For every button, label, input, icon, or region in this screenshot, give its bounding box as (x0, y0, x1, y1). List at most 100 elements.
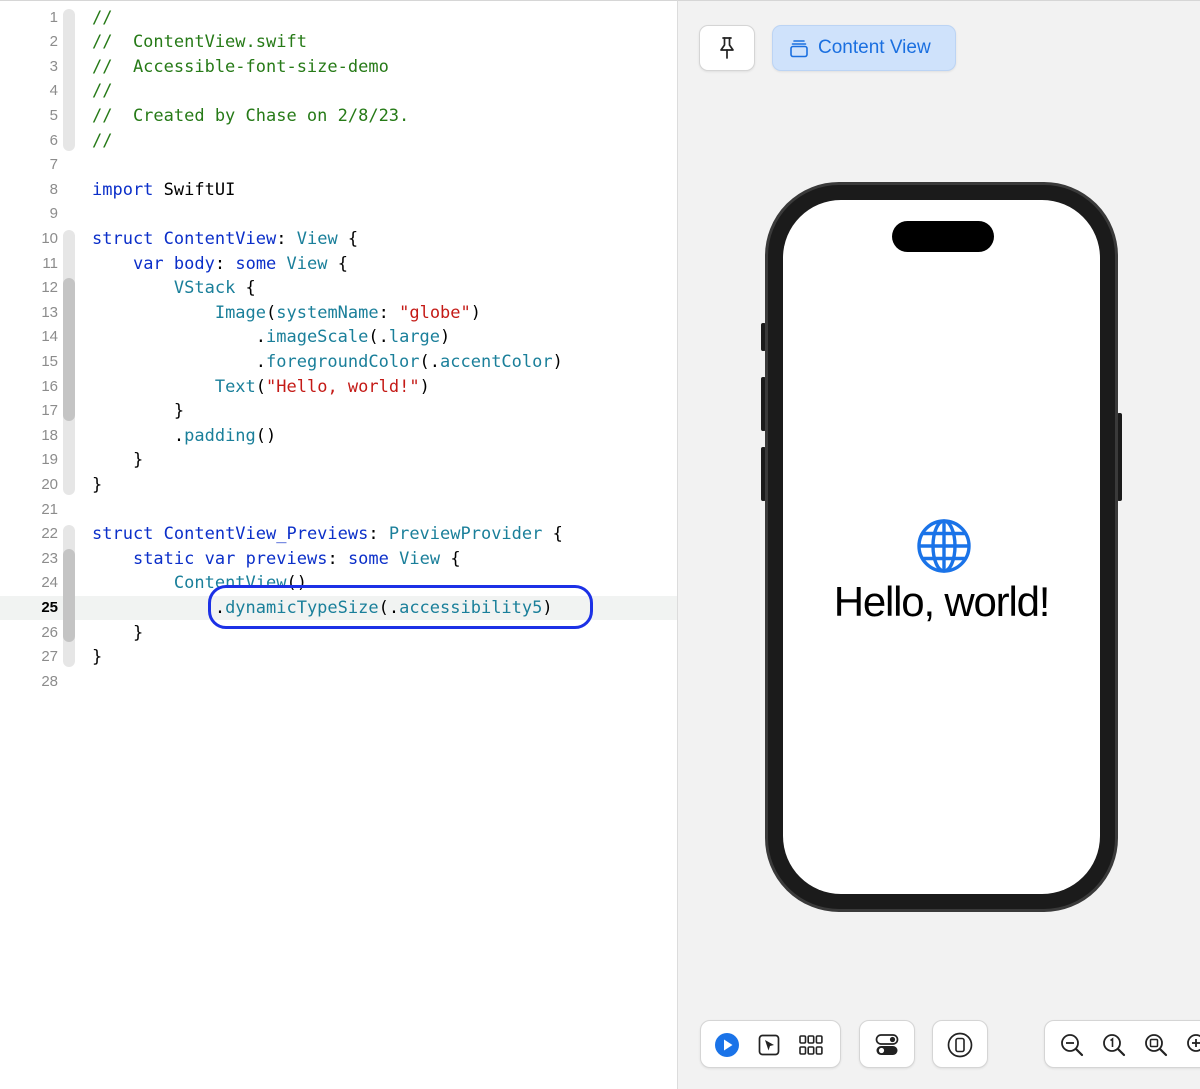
fold-ribbon-active[interactable] (63, 278, 75, 421)
code-token: systemName (276, 302, 379, 323)
code-token: } (92, 647, 103, 668)
code-text: } (92, 473, 102, 498)
content-view-button[interactable]: Content View (772, 25, 956, 71)
code-token: some (347, 548, 389, 569)
code-line[interactable]: 23 static var previews: some View { (0, 547, 677, 572)
line-number: 1 (49, 8, 58, 26)
code-token: PreviewProvider (388, 524, 543, 545)
line-number: 7 (49, 156, 58, 174)
code-line[interactable]: 10 struct ContentView: View { (0, 227, 677, 252)
code-line[interactable]: 12 VStack { (0, 276, 677, 301)
code-line[interactable]: 7 (0, 153, 677, 178)
code-text: struct ContentView_Previews: PreviewProv… (92, 522, 563, 547)
line-number: 21 (41, 500, 58, 518)
code-line[interactable]: 27} (0, 645, 677, 670)
code-line[interactable]: 17 } (0, 399, 677, 424)
zoom-in-icon[interactable] (1185, 1032, 1200, 1058)
code-line[interactable]: 8 import SwiftUI (0, 178, 677, 203)
code-line[interactable]: 11 var body: some View { (0, 252, 677, 277)
code-line[interactable]: 9 (0, 202, 677, 227)
code-token: (. (368, 327, 389, 348)
mode-toolbar (700, 1020, 841, 1068)
device-icon[interactable] (947, 1032, 973, 1058)
code-text: } (92, 621, 143, 646)
code-text: } (92, 645, 102, 670)
line-number: 13 (41, 303, 58, 321)
code-token: } (92, 474, 103, 495)
line-number: 9 (49, 205, 58, 223)
code-token: accentColor (440, 351, 553, 372)
code-line[interactable]: 1 // (0, 6, 677, 31)
code-token: struct (92, 524, 154, 545)
device-frame: Hello, world! (765, 182, 1118, 912)
code-token: // Created by Chase on 2/8/23. (92, 105, 410, 126)
code-token: ( (255, 376, 267, 397)
code-token: ) (470, 302, 482, 323)
code-line[interactable]: 2 // ContentView.swift (0, 30, 677, 55)
code-text: } (92, 448, 143, 473)
code-token: large (388, 327, 441, 348)
code-line[interactable]: 3 // Accessible-font-size-demo (0, 55, 677, 80)
code-line[interactable]: 18 .padding() (0, 424, 677, 449)
code-token: : (378, 302, 400, 323)
zoom-actual-size-icon[interactable] (1101, 1032, 1127, 1058)
code-line[interactable]: 19 } (0, 448, 677, 473)
code-text: struct ContentView: View { (92, 227, 358, 252)
device-screen[interactable]: Hello, world! (783, 200, 1100, 894)
code-line[interactable]: 16 Text("Hello, world!") (0, 375, 677, 400)
code-token: ContentView_Previews (153, 524, 369, 545)
line-number: 3 (49, 57, 58, 75)
code-line[interactable]: 14 .imageScale(.large) (0, 325, 677, 350)
line-number: 27 (41, 648, 58, 666)
fold-ribbon-active[interactable] (63, 549, 75, 642)
code-token: // Accessible-font-size-demo (92, 56, 389, 77)
code-line[interactable]: 20} (0, 473, 677, 498)
live-play-icon[interactable] (714, 1032, 740, 1058)
code-token: ) (419, 376, 430, 397)
code-token: . (92, 351, 266, 372)
hello-world-text: Hello, world! (833, 578, 1051, 625)
code-token: ContentView (153, 228, 277, 249)
code-token: { (440, 548, 461, 569)
code-line[interactable]: 22 struct ContentView_Previews: PreviewPr… (0, 522, 677, 547)
select-cursor-icon[interactable] (756, 1032, 782, 1058)
line-number: 24 (41, 574, 58, 592)
code-text: // ContentView.swift (92, 30, 307, 55)
code-editor[interactable]: 1 // 2 // ContentView.swift 3 // Accessible-f… (0, 0, 677, 1089)
line-number: 23 (41, 549, 58, 567)
zoom-out-icon[interactable] (1059, 1032, 1085, 1058)
line-number: 25 (41, 598, 58, 616)
fold-ribbon[interactable] (63, 9, 75, 151)
code-token: { (327, 253, 348, 274)
code-token: : (327, 548, 348, 569)
code-text: } (92, 399, 184, 424)
code-line[interactable]: 21 (0, 498, 677, 523)
zoom-to-fit-icon[interactable] (1143, 1032, 1169, 1058)
code-token: var (132, 253, 164, 274)
line-number: 18 (41, 426, 58, 444)
line-number: 28 (41, 672, 58, 690)
code-line[interactable]: 13 Image(systemName: "globe") (0, 301, 677, 326)
code-token: View (276, 253, 328, 274)
code-token: struct (92, 228, 154, 249)
code-line[interactable]: 5 // Created by Chase on 2/8/23. (0, 104, 677, 129)
code-token: . (92, 425, 185, 446)
code-line[interactable]: 15 .foregroundColor(.accentColor) (0, 350, 677, 375)
device-settings-icon[interactable] (874, 1032, 900, 1058)
code-token: (. (419, 351, 441, 372)
code-text: // Created by Chase on 2/8/23. (92, 104, 409, 129)
pin-preview-button[interactable] (699, 25, 755, 71)
highlight-annotation (208, 585, 593, 629)
variants-grid-icon[interactable] (798, 1032, 824, 1058)
code-token: : (214, 253, 236, 274)
code-line[interactable]: 4 // (0, 79, 677, 104)
code-token: previews (235, 548, 328, 569)
code-token: SwiftUI (153, 179, 236, 200)
code-token: padding (184, 425, 256, 446)
content-view-label: Content View (818, 37, 931, 58)
code-line[interactable]: 6 // (0, 129, 677, 154)
code-line[interactable]: 28 (0, 670, 677, 695)
line-number: 4 (49, 82, 58, 100)
